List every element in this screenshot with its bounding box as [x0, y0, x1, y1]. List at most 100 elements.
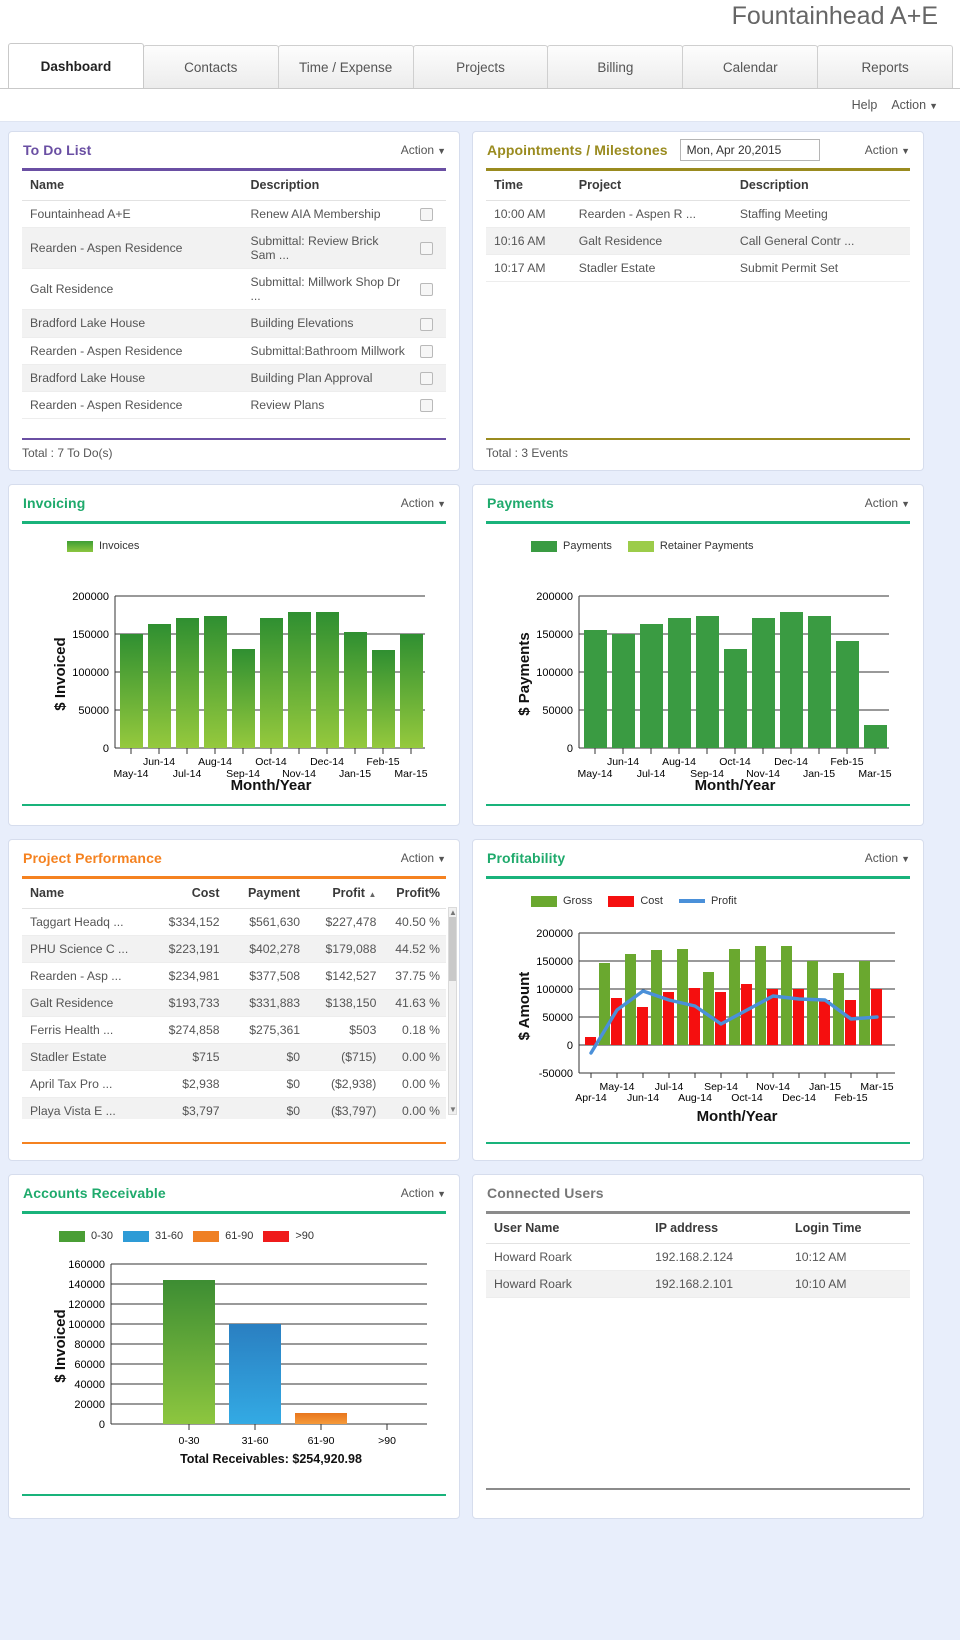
table-row[interactable]: Rearden - Asp ... $234,981 $377,508 $142,52… — [22, 962, 446, 990]
appointments-table-wrap: Time Project Description 10:00 AM Rearden… — [473, 171, 923, 282]
todo-checkbox[interactable] — [420, 208, 434, 222]
ar-action-menu[interactable]: Action ▼ — [401, 1186, 446, 1200]
appointments-action-menu[interactable]: Action ▼ — [865, 143, 910, 157]
table-row[interactable]: Taggart Headq ... $334,152 $561,630 $227,47… — [22, 908, 446, 936]
todo-name: Fountainhead A+E — [22, 200, 243, 229]
todo-checkbox-cell — [412, 268, 446, 311]
tab-contacts[interactable]: Contacts — [142, 45, 279, 88]
cu-col-user[interactable]: User Name — [486, 1214, 648, 1244]
pp-scroll-thumb[interactable] — [449, 917, 456, 981]
appointments-date-input[interactable]: Mon, Apr 20,2015 — [679, 139, 820, 161]
todo-checkbox[interactable] — [420, 344, 434, 358]
ar-total-receivables: Total Receivables: $254,920.98 — [180, 1452, 362, 1466]
svg-text:Aug-14: Aug-14 — [678, 1092, 712, 1104]
accounts-receivable-panel: Accounts Receivable Action▼ 0-30 31-60 — [8, 1174, 460, 1519]
pp-scrollbar[interactable]: ▲ ▼ — [448, 907, 457, 1115]
table-row[interactable]: PHU Science C ... $223,191 $402,278 $179,08… — [22, 935, 446, 963]
table-row[interactable]: Bradford Lake House Building Elevations — [22, 309, 446, 338]
tab-projects[interactable]: Projects — [412, 45, 549, 88]
appt-col-desc[interactable]: Description — [731, 171, 910, 201]
legend-item-over-90: >90 — [263, 1230, 314, 1242]
pp-payment: $377,508 — [225, 962, 307, 990]
svg-text:Dec-14: Dec-14 — [782, 1092, 816, 1104]
table-row[interactable]: 10:00 AM Rearden - Aspen R ... Staffing Me… — [486, 200, 910, 228]
svg-text:0: 0 — [567, 1040, 573, 1052]
scroll-up-icon[interactable]: ▲ — [449, 908, 457, 917]
pp-col-cost[interactable]: Cost — [153, 879, 226, 909]
todo-name: Galt Residence — [22, 268, 243, 311]
tab-reports[interactable]: Reports — [817, 45, 954, 88]
pp-name: Galt Residence — [22, 989, 154, 1017]
table-row[interactable]: 10:16 AM Galt Residence Call General Contr… — [486, 227, 910, 255]
table-row[interactable]: Stadler Estate $715 $0 ($715) 0.00 % — [22, 1043, 446, 1071]
todo-name: Rearden - Aspen Residence — [22, 391, 243, 420]
pp-col-profit-pct[interactable]: Profit% — [382, 879, 446, 909]
table-row[interactable]: Ferris Health ... $274,858 $275,361 $503 0.1… — [22, 1016, 446, 1044]
svg-text:May-14: May-14 — [113, 768, 148, 780]
project-performance-title: Project Performance — [23, 850, 162, 866]
svg-text:Aug-14: Aug-14 — [662, 756, 696, 768]
payments-action-menu[interactable]: Action ▼ — [865, 496, 910, 510]
payments-chart: Payments Retainer Payments 200000 150000… — [473, 524, 923, 800]
todo-checkbox[interactable] — [420, 372, 434, 386]
legend-label: Cost — [640, 895, 663, 907]
table-row[interactable]: Galt Residence Submittal: Millwork Shop D… — [22, 268, 446, 311]
todo-action-menu[interactable]: Action ▼ — [401, 143, 446, 157]
table-row[interactable]: Rearden - Aspen Residence Submittal: Revi… — [22, 227, 446, 270]
appt-col-project[interactable]: Project — [570, 171, 732, 201]
appt-project: Galt Residence — [570, 227, 732, 255]
profitability-action-menu[interactable]: Action ▼ — [865, 851, 910, 865]
cu-col-time[interactable]: Login Time — [787, 1214, 910, 1244]
todo-checkbox[interactable] — [420, 317, 434, 331]
table-row[interactable]: Howard Roark 192.168.2.124 10:12 AM — [486, 1243, 910, 1271]
tab-dashboard[interactable]: Dashboard — [8, 43, 144, 88]
todo-checkbox[interactable] — [420, 283, 434, 297]
svg-text:0: 0 — [103, 743, 109, 755]
invoicing-action-menu[interactable]: Action ▼ — [401, 496, 446, 510]
todo-checkbox[interactable] — [420, 399, 434, 413]
legend-item-61-90: 61-90 — [193, 1230, 253, 1242]
legend-swatch-icon — [67, 540, 93, 552]
todo-checkbox[interactable] — [420, 242, 434, 256]
profitability-action-label: Action — [864, 851, 899, 865]
todo-col-name[interactable]: Name — [22, 171, 243, 201]
todo-col-desc[interactable]: Description — [242, 171, 413, 201]
cu-table-wrap: User Name IP address Login Time Howard R… — [473, 1214, 923, 1298]
pp-col-name[interactable]: Name — [22, 879, 154, 909]
svg-text:150000: 150000 — [536, 629, 573, 641]
help-link[interactable]: Help — [852, 98, 878, 112]
pp-profit: $503 — [306, 1016, 383, 1044]
tab-calendar[interactable]: Calendar — [682, 45, 819, 88]
profitability-underline — [486, 1142, 910, 1144]
tab-billing[interactable]: Billing — [547, 45, 684, 88]
pp-col-profit[interactable]: Profit ▲ — [306, 879, 383, 909]
scroll-down-icon[interactable]: ▼ — [449, 1105, 457, 1114]
pp-col-payment[interactable]: Payment — [225, 879, 307, 909]
appointments-total: Total : 3 Events — [486, 446, 569, 460]
table-row[interactable]: 10:17 AM Stadler Estate Submit Permit Set — [486, 254, 910, 282]
tab-time-expense[interactable]: Time / Expense — [277, 45, 414, 88]
table-row[interactable]: Playa Vista E ... $3,797 $0 ($3,797) 0.00 % — [22, 1097, 446, 1119]
table-row[interactable]: Rearden - Aspen Residence Submittal:Bathr… — [22, 337, 446, 365]
appt-time: 10:00 AM — [486, 200, 571, 228]
table-row[interactable]: Bradford Lake House Building Plan Approva… — [22, 364, 446, 393]
appt-col-time[interactable]: Time — [486, 171, 571, 201]
table-row[interactable]: Howard Roark 192.168.2.101 10:10 AM — [486, 1270, 910, 1298]
appointments-action-label: Action — [864, 143, 899, 157]
table-row[interactable]: April Tax Pro ... $2,938 $0 ($2,938) 0.00 % — [22, 1070, 446, 1098]
svg-text:0-30: 0-30 — [178, 1435, 199, 1447]
todo-checkbox-cell — [412, 391, 446, 420]
pp-action-menu[interactable]: Action ▼ — [401, 851, 446, 865]
cu-col-ip[interactable]: IP address — [647, 1214, 788, 1244]
sort-ascending-icon: ▲ — [368, 890, 377, 899]
table-row[interactable]: Galt Residence $193,733 $331,883 $138,150 41… — [22, 989, 446, 1017]
ar-header: Accounts Receivable Action ▼ — [9, 1175, 459, 1211]
project-performance-table: Name Cost Payment Profit ▲ Profit% Tagga… — [22, 879, 446, 1119]
svg-text:Mar-15: Mar-15 — [860, 1081, 893, 1093]
table-row[interactable]: Rearden - Aspen Residence Review Plans — [22, 391, 446, 420]
svg-text:40000: 40000 — [74, 1379, 105, 1391]
todo-table: Name Description Fountainhead A+E Renew A… — [22, 171, 446, 420]
legend-line-icon — [678, 899, 705, 903]
table-row[interactable]: Fountainhead A+E Renew AIA Membership — [22, 200, 446, 229]
page-action-menu[interactable]: Action ▼ — [891, 98, 938, 112]
